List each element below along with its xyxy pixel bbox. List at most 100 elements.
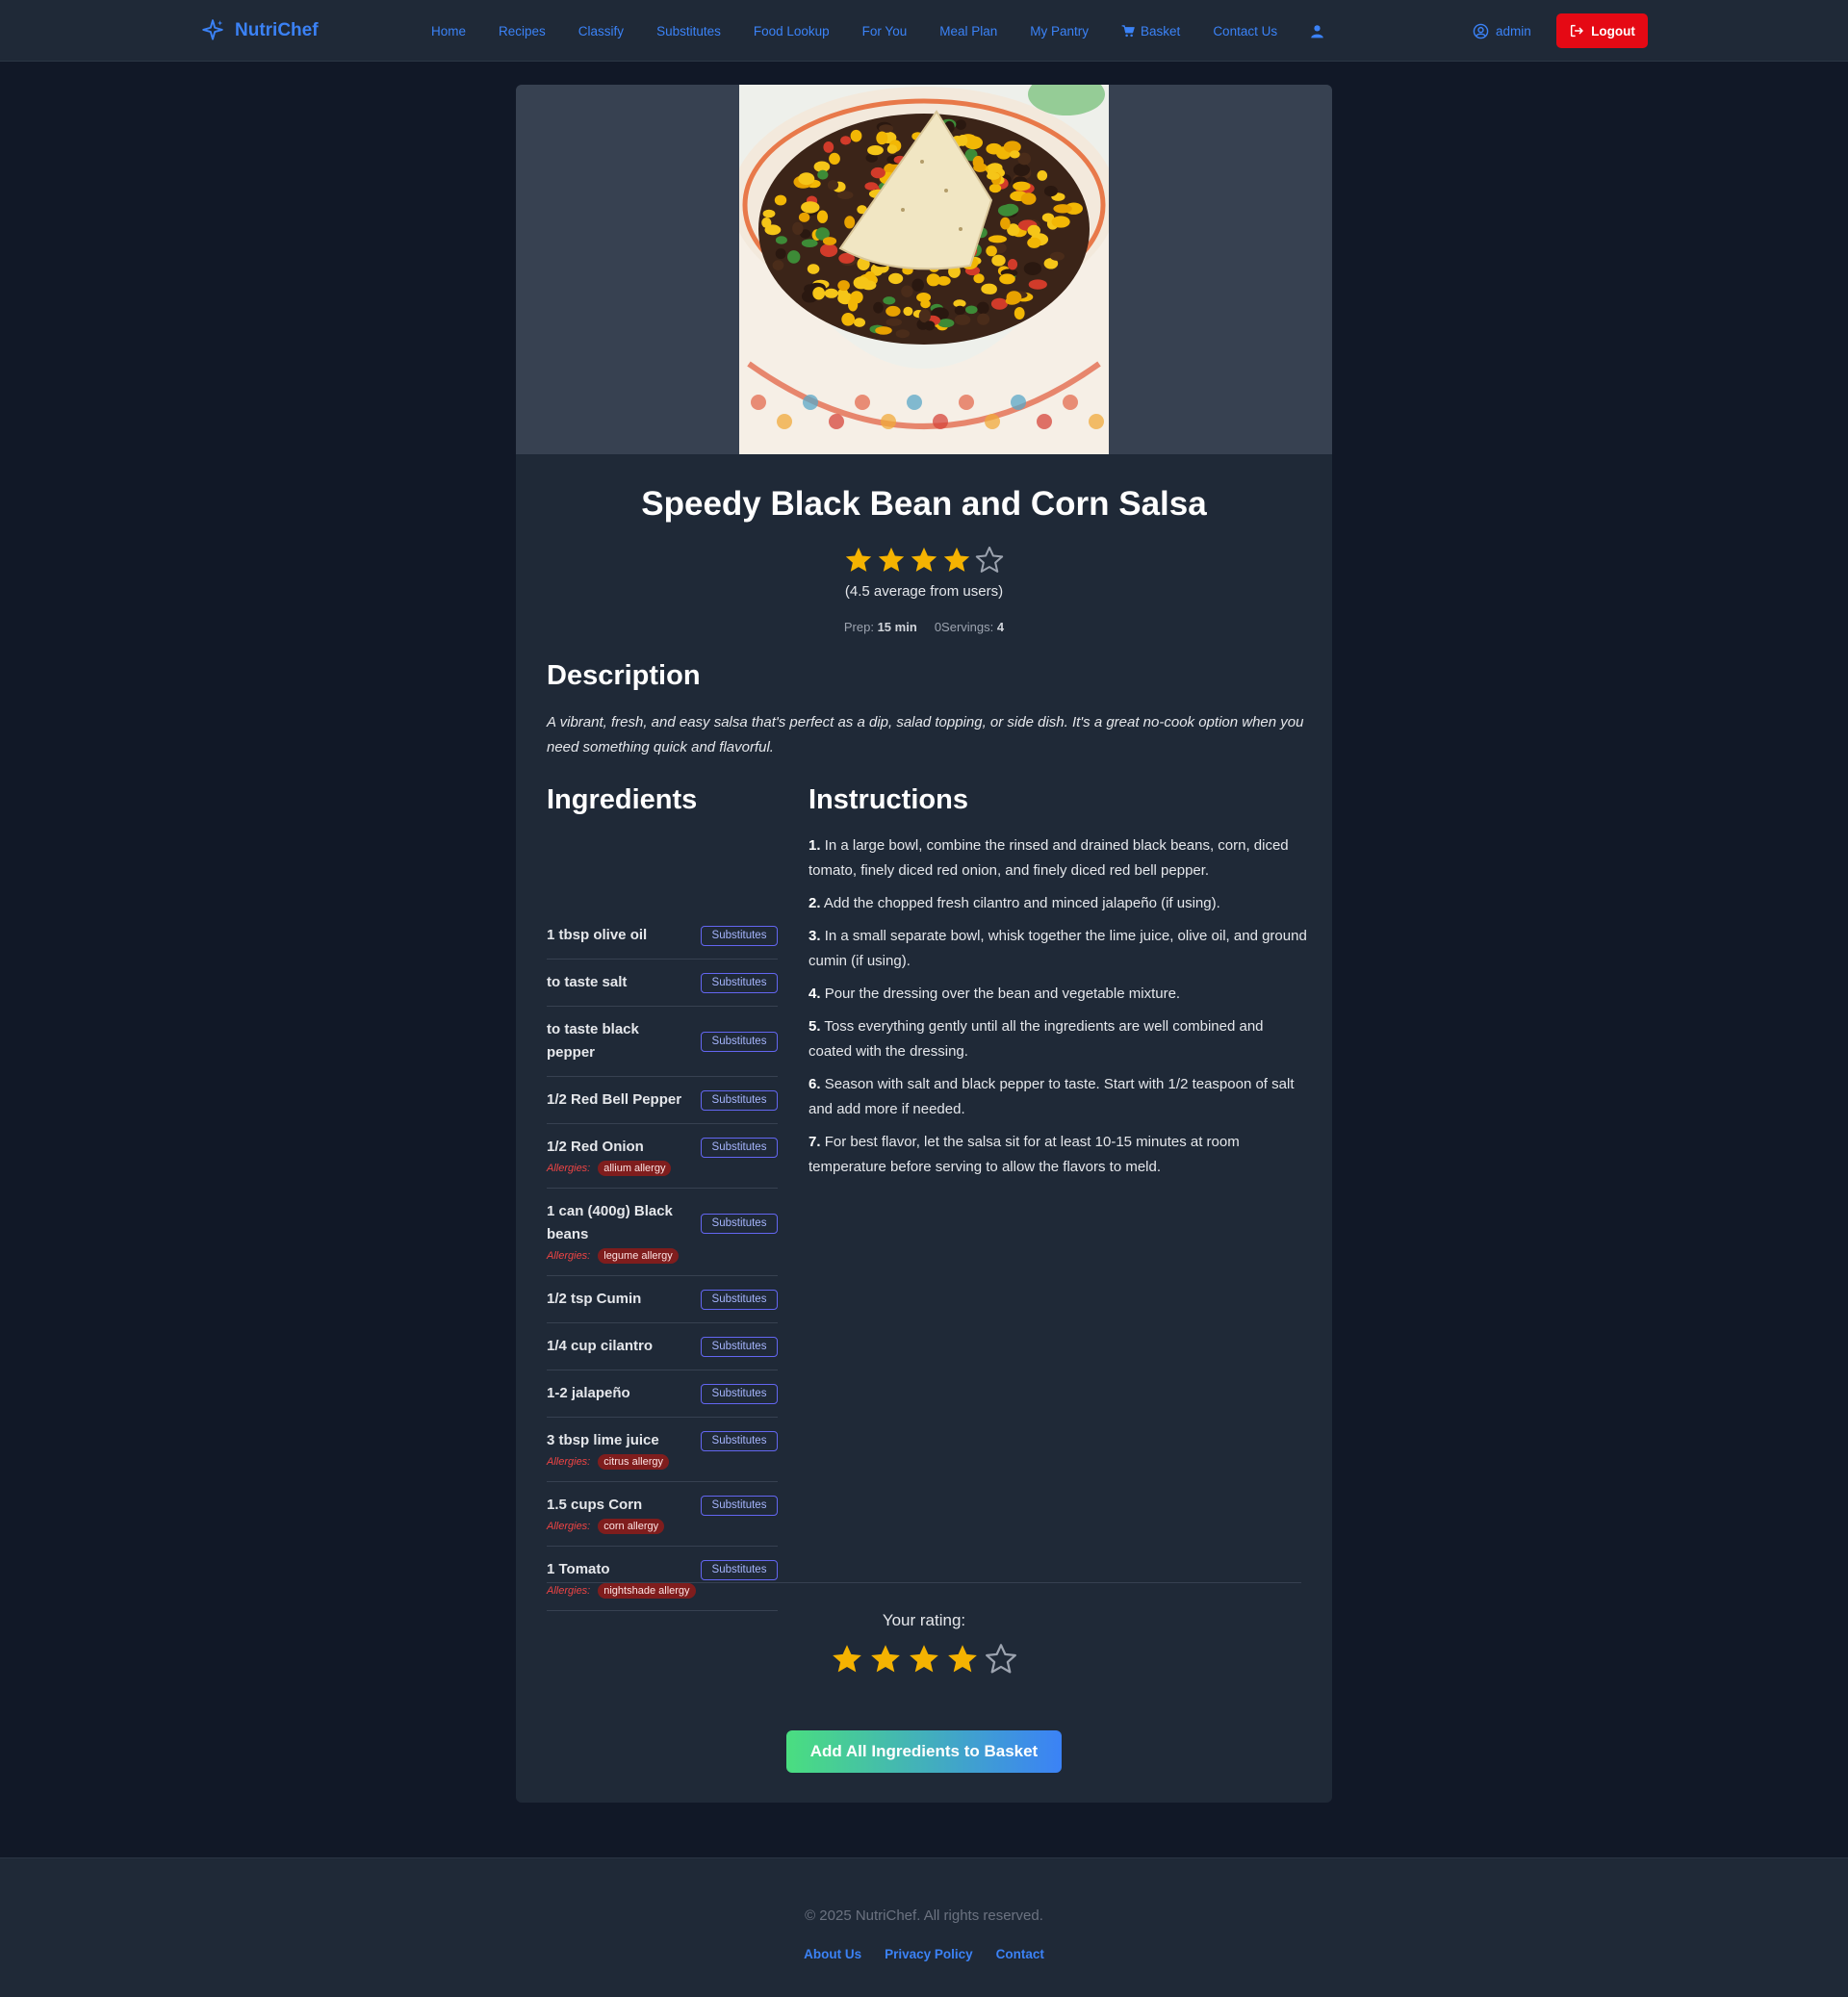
allergies-label: Allergies: — [547, 1585, 591, 1597]
nav-link-for-you[interactable]: For You — [862, 24, 908, 38]
allergies-label: Allergies: — [547, 1163, 591, 1174]
ingredient-name: to taste black pepper — [547, 1021, 639, 1061]
star-filled-icon[interactable] — [945, 1642, 980, 1677]
ingredient-name: 1/2 Red Bell Pepper — [547, 1091, 682, 1108]
nav-link-food-lookup[interactable]: Food Lookup — [754, 24, 830, 38]
nav-link-substitutes[interactable]: Substitutes — [656, 24, 721, 38]
step-number: 6. — [808, 1076, 821, 1092]
step-number: 4. — [808, 986, 821, 1002]
servings-label: 0Servings: — [934, 620, 994, 634]
substitutes-button[interactable]: Substitutes — [701, 1383, 778, 1404]
ingredient-item: 3 tbsp lime juice Substitutes Allergies: ci… — [547, 1418, 778, 1482]
your-rating-label: Your rating: — [882, 1611, 966, 1629]
user-icon — [1311, 24, 1323, 38]
step-number: 1. — [808, 837, 821, 854]
username: admin — [1496, 23, 1531, 38]
substitutes-button[interactable]: Substitutes — [701, 1213, 778, 1234]
step-text: In a small separate bowl, whisk together… — [808, 928, 1307, 969]
substitutes-button[interactable]: Substitutes — [701, 925, 778, 946]
allergy-badge: allium allergy — [598, 1161, 672, 1176]
salsa-bowl-illustration — [739, 85, 1109, 454]
ingredients-list: 1 tbsp olive oil Substitutes to taste salt… — [547, 912, 778, 1611]
allergy-row: Allergies: corn allergy — [547, 1519, 778, 1534]
footer-link-privacy-policy[interactable]: Privacy Policy — [885, 1947, 973, 1961]
nav-link-label: Home — [431, 23, 467, 38]
brand-logo-link[interactable]: NutriChef — [200, 17, 319, 44]
step-number: 7. — [808, 1134, 821, 1150]
nav-link-label: Basket — [1141, 23, 1181, 38]
allergies-label: Allergies: — [547, 1521, 591, 1532]
star-filled-icon[interactable] — [907, 1642, 941, 1677]
nav-user-account[interactable]: admin — [1473, 0, 1531, 62]
allergy-badge: legume allergy — [598, 1248, 679, 1264]
recipe-hero — [516, 85, 1332, 454]
nav-link-label: For You — [861, 23, 908, 38]
step-number: 2. — [808, 895, 821, 911]
ingredient-item: 1 can (400g) Black beans Substitutes Aller… — [547, 1189, 778, 1276]
substitutes-button[interactable]: Substitutes — [701, 1031, 778, 1052]
add-all-to-basket-button[interactable]: Add All Ingredients to Basket — [786, 1730, 1062, 1773]
nav-link-basket[interactable]: Basket — [1121, 24, 1180, 38]
ingredient-item: 1-2 jalapeño Substitutes — [547, 1370, 778, 1418]
nav-link-classify[interactable]: Classify — [578, 24, 624, 38]
step-text: Add the chopped fresh cilantro and mince… — [823, 895, 1220, 911]
sparkle-icon — [202, 19, 223, 40]
ingredients-heading: Ingredients — [547, 784, 698, 815]
nav-profile-link[interactable] — [1310, 24, 1324, 38]
ingredient-name: 1.5 cups Corn — [547, 1497, 643, 1513]
allergies-label: Allergies: — [547, 1456, 591, 1468]
footer: © 2025 NutriChef. All rights reserved. A… — [0, 1857, 1848, 1997]
substitutes-button[interactable]: Substitutes — [701, 1430, 778, 1451]
instruction-step: 5. Toss everything gently until all the … — [808, 1014, 1309, 1064]
substitutes-button[interactable]: Substitutes — [701, 1289, 778, 1310]
ingredient-name: 1 tbsp olive oil — [547, 927, 648, 943]
user-rating-stars — [516, 1642, 1332, 1677]
star-empty-icon[interactable] — [984, 1642, 1018, 1677]
nav-link-recipes[interactable]: Recipes — [499, 24, 546, 38]
ingredient-item: 1/2 Red Bell Pepper Substitutes — [547, 1077, 778, 1124]
footer-link-about-us[interactable]: About Us — [804, 1947, 861, 1961]
nav-link-my-pantry[interactable]: My Pantry — [1030, 24, 1089, 38]
nav-link-home[interactable]: Home — [431, 24, 466, 38]
star-filled-icon[interactable] — [868, 1642, 903, 1677]
star-filled-icon — [845, 547, 872, 572]
substitutes-button[interactable]: Substitutes — [701, 1336, 778, 1357]
substitutes-button[interactable]: Substitutes — [701, 1137, 778, 1158]
footer-link-contact[interactable]: Contact — [996, 1947, 1044, 1961]
instruction-step: 3. In a small separate bowl, whisk toget… — [808, 924, 1309, 974]
ingredient-name: 1/4 cup cilantro — [547, 1338, 654, 1354]
recipe-image — [739, 85, 1109, 454]
brand-name: NutriChef — [235, 20, 319, 40]
substitutes-button[interactable]: Substitutes — [701, 972, 778, 993]
description-heading: Description — [547, 660, 701, 691]
nav-link-label: Substitutes — [656, 23, 721, 38]
ingredient-item: to taste salt Substitutes — [547, 960, 778, 1007]
star-filled-icon — [878, 547, 905, 572]
ingredient-name: 3 tbsp lime juice — [547, 1432, 659, 1448]
step-text: For best flavor, let the salsa sit for a… — [808, 1134, 1240, 1175]
nav-link-contact-us[interactable]: Contact Us — [1213, 24, 1277, 38]
allergy-row: Allergies: legume allergy — [547, 1248, 778, 1264]
substitutes-button[interactable]: Substitutes — [701, 1089, 778, 1111]
ingredient-item: 1 tbsp olive oil Substitutes — [547, 912, 778, 960]
servings-value: 4 — [996, 620, 1005, 634]
star-empty-icon — [975, 546, 1004, 573]
substitutes-button[interactable]: Substitutes — [701, 1495, 778, 1516]
substitutes-button[interactable]: Substitutes — [701, 1559, 778, 1580]
nav-link-meal-plan[interactable]: Meal Plan — [939, 24, 997, 38]
nav-link-label: Classify — [578, 23, 625, 38]
nav-links: Home Recipes Classify Substitutes Food L… — [431, 0, 1357, 62]
instruction-step: 6. Season with salt and black pepper to … — [808, 1072, 1309, 1122]
ingredient-item: 1/2 Red Onion Substitutes Allergies: allium… — [547, 1124, 778, 1189]
logout-button[interactable]: Logout — [1556, 13, 1648, 48]
nav-link-label: Food Lookup — [753, 23, 830, 38]
ingredient-name: 1-2 jalapeño — [547, 1385, 630, 1401]
section-divider — [547, 1582, 1301, 1583]
ingredient-name: 1 Tomato — [547, 1561, 610, 1577]
instruction-step: 1. In a large bowl, combine the rinsed a… — [808, 833, 1309, 883]
star-filled-icon[interactable] — [830, 1642, 864, 1677]
average-rating-stars — [516, 545, 1332, 576]
ingredient-item: 1/2 tsp Cumin Substitutes — [547, 1276, 778, 1323]
recipe-card: Speedy Black Bean and Corn Salsa (4.5 av… — [516, 85, 1332, 1803]
cart-icon — [1121, 24, 1135, 37]
